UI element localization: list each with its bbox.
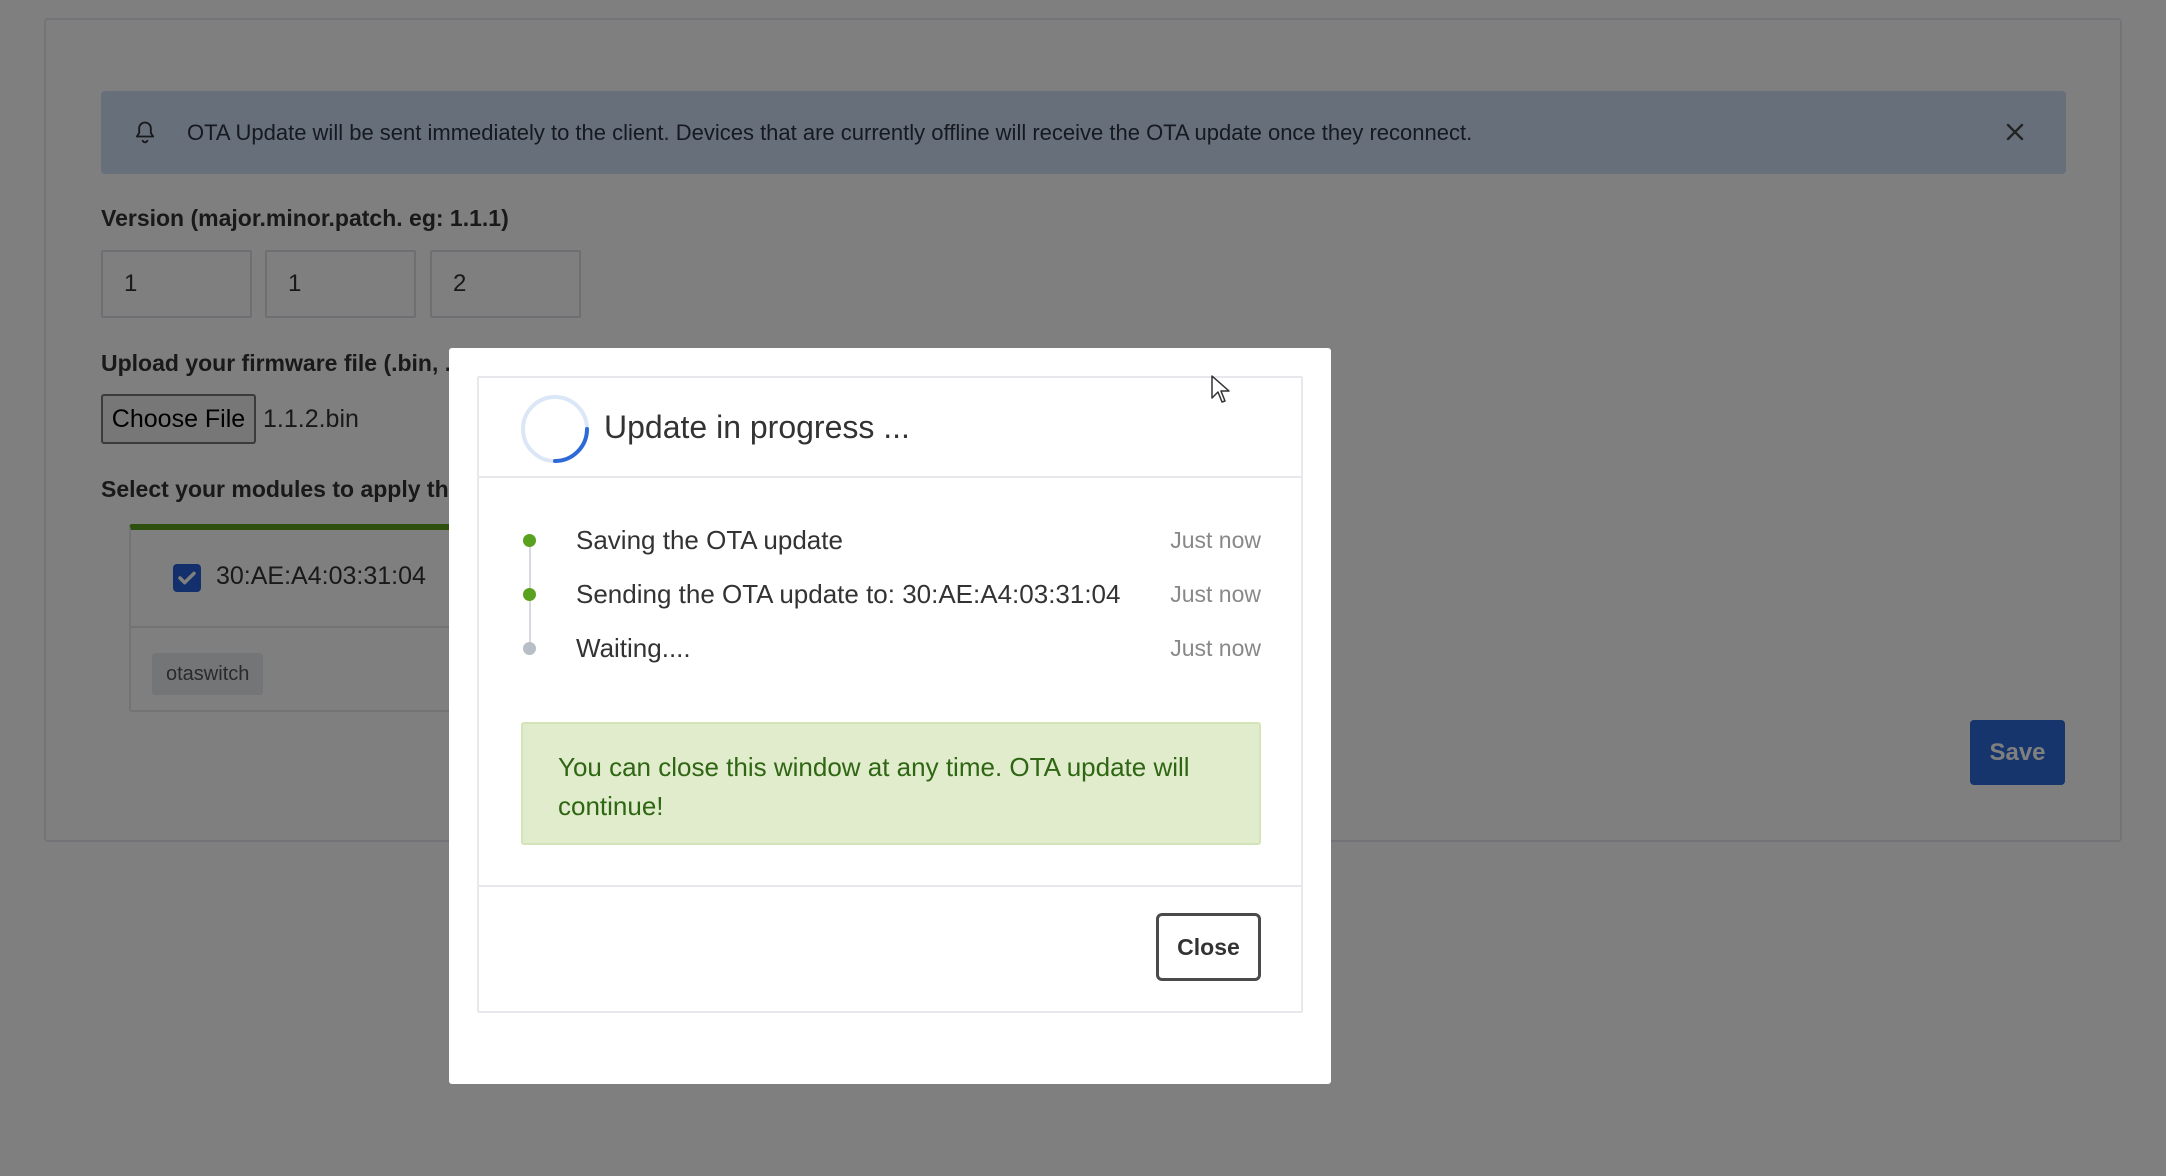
timeline-dot [523, 642, 536, 655]
mouse-cursor-icon [1211, 375, 1230, 403]
modal-title: Update in progress ... [604, 409, 910, 445]
timeline-dot [523, 588, 536, 601]
timeline-dot [523, 534, 536, 547]
timeline-text: Saving the OTA update [576, 525, 843, 555]
update-panel: Update in progress ... Saving the OTA up… [477, 376, 1303, 1013]
close-button[interactable]: Close [1156, 913, 1261, 981]
info-note: You can close this window at any time. O… [521, 722, 1261, 845]
progress-timeline: Saving the OTA update Just now Sending t… [479, 518, 1301, 688]
timeline-text: Sending the OTA update to: 30:AE:A4:03:3… [576, 579, 1121, 609]
timeline-text: Waiting.... [576, 633, 691, 663]
timeline-item: Saving the OTA update Just now [479, 518, 1301, 562]
timeline-item: Waiting.... Just now [479, 626, 1301, 670]
timeline-time: Just now [1170, 581, 1261, 607]
modal-header: Update in progress ... [479, 378, 1301, 478]
timeline-time: Just now [1170, 527, 1261, 553]
modal-footer: Close [479, 885, 1301, 1011]
timeline-item: Sending the OTA update to: 30:AE:A4:03:3… [479, 572, 1301, 616]
update-modal: Update in progress ... Saving the OTA up… [449, 348, 1331, 1084]
spinner-icon [521, 395, 589, 463]
timeline-time: Just now [1170, 635, 1261, 661]
